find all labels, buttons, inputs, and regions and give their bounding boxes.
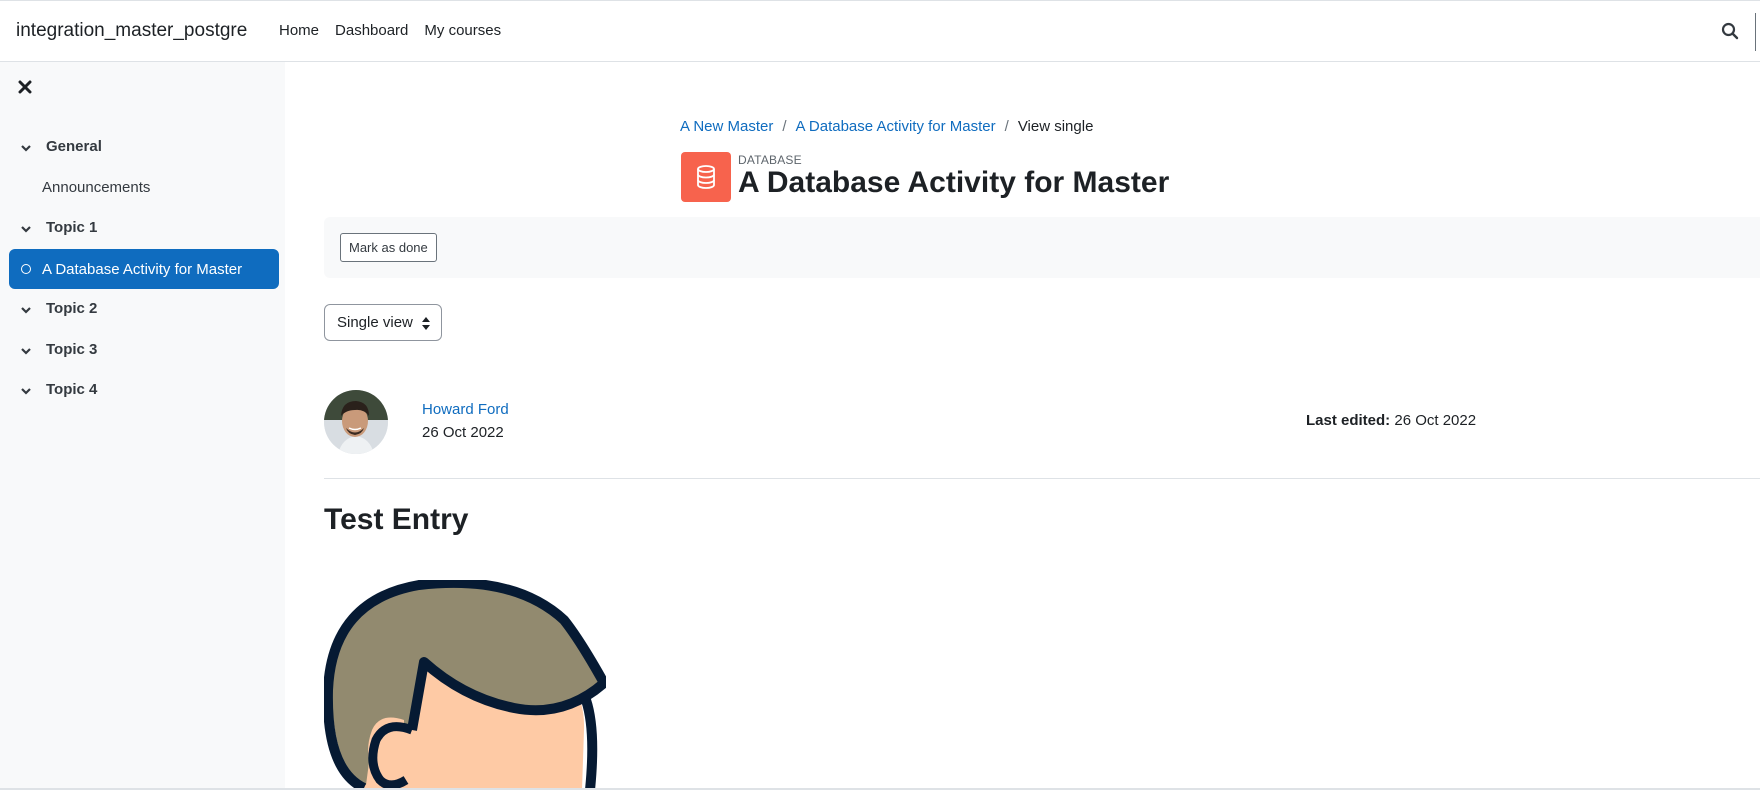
chevron-down-icon[interactable] <box>20 222 32 234</box>
last-edited: Last edited: 26 Oct 2022 <box>1306 412 1476 429</box>
view-mode-select[interactable]: Single view <box>324 304 442 341</box>
section-label[interactable]: Topic 4 <box>46 381 97 398</box>
entry-divider <box>324 478 1760 479</box>
completion-circle-icon <box>21 264 31 274</box>
close-icon[interactable] <box>18 80 34 96</box>
breadcrumb-current: View single <box>1017 118 1094 135</box>
view-mode-selected: Single view <box>337 314 413 331</box>
activity-completion-bar: Mark as done <box>324 217 1760 278</box>
breadcrumb-activity-link[interactable]: A Database Activity for Master <box>796 118 996 135</box>
section-label[interactable]: Topic 1 <box>46 219 97 236</box>
top-navbar: integration_master_postgre Home Dashboar… <box>0 0 1760 62</box>
course-index-drawer: General Announcements Topic 1 A Database… <box>0 62 285 788</box>
author-link[interactable]: Howard Ford <box>422 401 509 418</box>
breadcrumb: A New Master / A Database Activity for M… <box>680 118 1094 135</box>
last-edited-date: 26 Oct 2022 <box>1394 412 1477 429</box>
database-icon <box>681 152 731 202</box>
section-label[interactable]: Topic 2 <box>46 300 97 317</box>
select-arrows-icon <box>422 317 430 330</box>
entry-created-date: 26 Oct 2022 <box>422 424 504 441</box>
course-index-item-announcements[interactable]: Announcements <box>42 179 150 196</box>
entry-title: Test Entry <box>324 503 469 536</box>
chevron-down-icon[interactable] <box>20 141 32 153</box>
mark-as-done-button[interactable]: Mark as done <box>340 233 437 262</box>
entry-image <box>324 580 606 788</box>
last-edited-label: Last edited: <box>1306 412 1391 429</box>
section-topic-2[interactable]: Topic 2 <box>20 300 97 317</box>
breadcrumb-course-link[interactable]: A New Master <box>680 118 773 135</box>
primary-navigation: Home Dashboard My courses <box>279 22 501 39</box>
avatar[interactable] <box>324 390 388 454</box>
navbar-divider <box>1755 13 1756 51</box>
nav-my-courses-link[interactable]: My courses <box>424 22 501 39</box>
nav-home-link[interactable]: Home <box>279 22 319 39</box>
chevron-down-icon[interactable] <box>20 303 32 315</box>
course-index-item-label: A Database Activity for Master <box>42 260 243 278</box>
page-title: A Database Activity for Master <box>738 166 1170 199</box>
section-label[interactable]: General <box>46 138 102 155</box>
section-topic-3[interactable]: Topic 3 <box>20 341 97 358</box>
activity-type-label: DATABASE <box>738 153 802 167</box>
nav-dashboard-link[interactable]: Dashboard <box>335 22 408 39</box>
chevron-down-icon[interactable] <box>20 344 32 356</box>
search-icon[interactable] <box>1721 22 1741 42</box>
site-name[interactable]: integration_master_postgre <box>16 20 247 42</box>
section-general[interactable]: General <box>20 138 102 155</box>
section-topic-4[interactable]: Topic 4 <box>20 381 97 398</box>
chevron-down-icon[interactable] <box>20 384 32 396</box>
course-index-item-active[interactable]: A Database Activity for Master <box>9 249 279 289</box>
section-topic-1[interactable]: Topic 1 <box>20 219 97 236</box>
section-label[interactable]: Topic 3 <box>46 341 97 358</box>
